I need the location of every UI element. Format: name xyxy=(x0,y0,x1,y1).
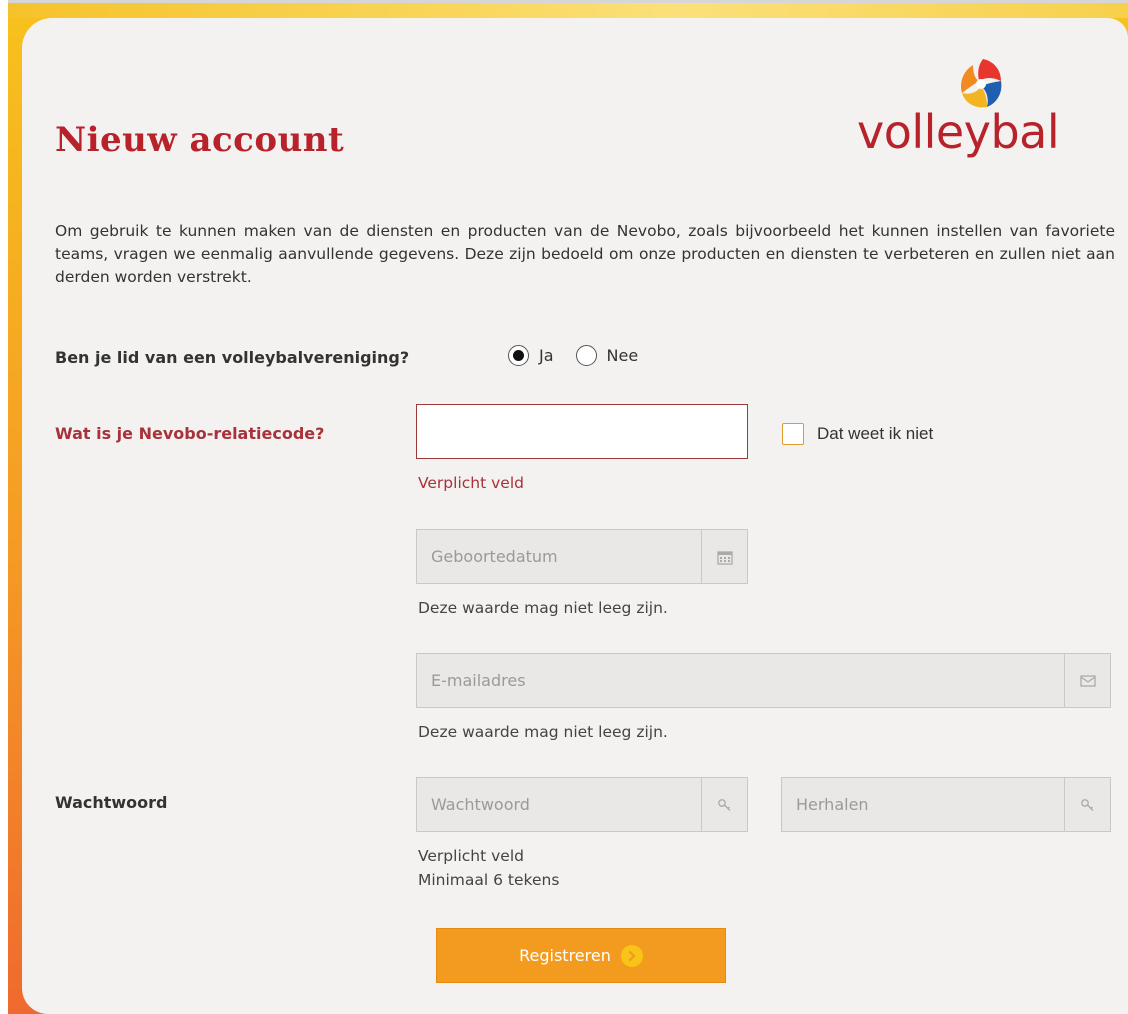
password-input[interactable]: Wachtwoord xyxy=(416,777,748,832)
key-icon xyxy=(1064,778,1110,831)
frame-top-divider xyxy=(0,0,1128,3)
calendar-icon[interactable] xyxy=(701,530,747,583)
envelope-icon[interactable] xyxy=(1064,654,1110,707)
email-input[interactable]: E-mailadres xyxy=(416,653,1111,708)
register-button[interactable]: Registreren xyxy=(436,928,726,983)
birthdate-input[interactable]: Geboortedatum xyxy=(416,529,748,584)
password-label: Wachtwoord xyxy=(55,793,168,812)
radio-ja[interactable] xyxy=(508,345,529,366)
email-error: Deze waarde mag niet leeg zijn. xyxy=(418,723,668,741)
unknown-code-checkbox-wrap[interactable]: Dat weet ik niet xyxy=(782,423,933,445)
arrow-circle-icon xyxy=(620,944,643,967)
intro-text: Om gebruik te kunnen maken van de dienst… xyxy=(55,222,1115,286)
register-button-label: Registreren xyxy=(519,946,611,965)
logo-wordmark: volleybal xyxy=(857,105,1060,159)
radio-ja-label[interactable]: Ja xyxy=(539,346,554,365)
page-title: Nieuw account xyxy=(55,120,345,160)
password-placeholder: Wachtwoord xyxy=(431,795,530,814)
unknown-code-checkbox[interactable] xyxy=(782,423,804,445)
radio-nee[interactable] xyxy=(575,345,597,366)
volleybal-logo: volleybal xyxy=(853,55,1113,175)
radio-selected-dot xyxy=(513,350,524,361)
key-icon xyxy=(701,778,747,831)
birthdate-error: Deze waarde mag niet leeg zijn. xyxy=(418,599,668,617)
password-error-required: Verplicht veld xyxy=(418,847,524,865)
password-repeat-placeholder: Herhalen xyxy=(796,795,869,814)
frame-left-edge xyxy=(0,0,8,1014)
relatiecode-input[interactable] xyxy=(416,404,748,459)
membership-label: Ben je lid van een volleybalvereniging? xyxy=(55,348,410,367)
relatiecode-error: Verplicht veld xyxy=(418,474,524,492)
password-repeat-input[interactable]: Herhalen xyxy=(781,777,1111,832)
email-placeholder: E-mailadres xyxy=(431,671,526,690)
membership-radio-group: Ja Nee xyxy=(508,345,660,366)
radio-nee-label[interactable]: Nee xyxy=(607,346,639,365)
unknown-code-label[interactable]: Dat weet ik niet xyxy=(817,424,933,444)
birthdate-placeholder: Geboortedatum xyxy=(431,547,558,566)
password-error-min-length: Minimaal 6 tekens xyxy=(418,871,560,889)
relatiecode-label: Wat is je Nevobo-relatiecode? xyxy=(55,424,325,443)
